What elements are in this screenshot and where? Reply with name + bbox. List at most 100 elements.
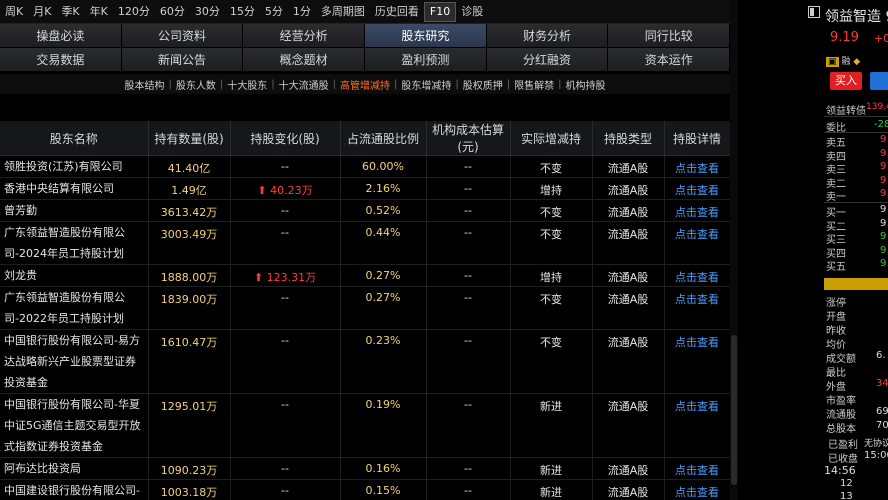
detail-link[interactable]: 点击查看 [664, 457, 730, 480]
holding-qty: 3613.42万 [148, 199, 231, 222]
f10-nav-grid: 操盘必读 公司资料 经营分析 股东研究 财务分析 同行比较 交易数据 新闻公告 概念题材 盈利预… [0, 24, 730, 72]
float-ratio: 0.23% [340, 329, 427, 394]
period-item[interactable]: 季K [56, 0, 84, 24]
nav-tab[interactable]: 财务分析 [486, 24, 609, 48]
period-item[interactable]: 月K [28, 0, 56, 24]
holder-name-line: 中国银行股份有限公司-易方 [4, 334, 140, 347]
column-header[interactable]: 持股变化(股) [230, 121, 341, 156]
shareholder-table: 股东名称 持有数量(股) 持股变化(股) 占流通股比例 机构成本估算(元) 实际增减持 持股… [0, 121, 730, 500]
float-ratio: 0.44% [340, 221, 427, 265]
holding-change-value: -- [281, 334, 289, 347]
subtab[interactable]: 机构持股 [562, 77, 610, 92]
subtab[interactable]: 十大流通股 [275, 77, 333, 92]
period-item[interactable]: F10 [423, 1, 457, 22]
detail-link[interactable]: 点击查看 [664, 177, 730, 200]
period-item[interactable]: 周K [0, 0, 28, 24]
scrollbar-thumb[interactable] [731, 335, 737, 485]
column-header[interactable]: 实际增减持 [510, 121, 593, 156]
period-item[interactable]: 诊股 [456, 0, 488, 24]
tick-row: 13 [840, 491, 853, 500]
detail-link[interactable]: 点击查看 [664, 393, 730, 458]
nav-tab[interactable]: 新闻公告 [121, 48, 244, 72]
cost-estimate: -- [426, 393, 511, 458]
bell-icon[interactable]: ◆ [853, 57, 860, 67]
divider [824, 202, 888, 203]
webi-value: -28 [874, 119, 888, 130]
nav-tab[interactable]: 操盘必读 [0, 24, 122, 48]
nav-tab[interactable]: 资本运作 [608, 48, 730, 72]
nav-tab[interactable]: 分红融资 [486, 48, 609, 72]
period-item[interactable]: 5分 [260, 0, 288, 24]
holding-qty: 1839.00万 [148, 286, 231, 330]
actual-action: 不变 [510, 329, 593, 394]
float-ratio: 0.27% [340, 286, 427, 330]
subtab[interactable]: 股权质押 [459, 77, 507, 92]
actual-action: 新进 [510, 393, 593, 458]
stat-label: 市盈率 [826, 396, 856, 407]
holder-name: 阿布达比投资局 [0, 457, 149, 480]
window-mode-icon[interactable] [808, 6, 820, 18]
table-row: 广东领益智造股份有限公 司-2022年员工持股计划 1839.00万 -- 0.27% -… [0, 286, 730, 330]
period-item[interactable]: 多周期图 [316, 0, 370, 24]
holding-change: -- [230, 329, 341, 394]
holder-name-line: 阿布达比投资局 [4, 462, 81, 475]
column-header[interactable]: 占流通股比例 [340, 121, 427, 156]
sell-button[interactable] [870, 72, 888, 90]
holding-change: -- [230, 393, 341, 458]
subtab[interactable]: 股本结构 [121, 77, 169, 92]
stock-title: 领益智造 9 [825, 9, 888, 25]
holding-change: -- [230, 286, 341, 330]
close-label: 已收盘 [828, 454, 858, 465]
nav-tab[interactable]: 股东研究 [365, 24, 487, 48]
subtab[interactable]: 股东增减持 [397, 77, 455, 92]
buy-button[interactable]: 买入 [830, 72, 862, 90]
detail-link[interactable]: 点击查看 [664, 199, 730, 222]
column-header[interactable]: 机构成本估算(元) [426, 121, 511, 156]
share-type: 流通A股 [592, 457, 665, 480]
detail-link[interactable]: 点击查看 [664, 264, 730, 287]
column-header[interactable]: 持股类型 [592, 121, 665, 156]
stat-value: 70 [876, 420, 888, 431]
period-item[interactable]: 15分 [225, 0, 260, 24]
detail-link[interactable]: 点击查看 [664, 155, 730, 178]
detail-link[interactable]: 点击查看 [664, 329, 730, 394]
nav-tab[interactable]: 盈利预测 [365, 48, 487, 72]
stat-value: 69 [876, 406, 888, 417]
subtab[interactable]: 高管增减持 [336, 77, 394, 92]
holding-qty: 1610.47万 [148, 329, 231, 394]
holder-name-line: 式指数证券投资基金 [4, 440, 103, 453]
subtab[interactable]: 十大股东 [223, 77, 271, 92]
actual-action: 不变 [510, 221, 593, 265]
detail-link[interactable]: 点击查看 [664, 479, 730, 500]
vertical-scrollbar[interactable] [730, 0, 738, 500]
holding-change-value: 123.31万 [266, 271, 317, 284]
column-header[interactable]: 持有数量(股) [148, 121, 231, 156]
nav-tab[interactable]: 概念题材 [243, 48, 366, 72]
detail-link[interactable]: 点击查看 [664, 221, 730, 265]
holder-name-line: 达战略新兴产业股票型证券 [4, 355, 136, 368]
actual-action: 不变 [510, 286, 593, 330]
last-price-highlight [824, 278, 888, 290]
detail-link[interactable]: 点击查看 [664, 286, 730, 330]
nav-tab[interactable]: 公司资料 [121, 24, 244, 48]
period-item[interactable]: 1分 [288, 0, 316, 24]
nav-tab[interactable]: 经营分析 [243, 24, 366, 48]
period-item[interactable]: 年K [85, 0, 113, 24]
period-item[interactable]: 30分 [190, 0, 225, 24]
period-item[interactable]: 历史回看 [370, 0, 424, 24]
column-header[interactable]: 持股详情 [664, 121, 730, 156]
subtab[interactable]: 限售解禁 [510, 77, 558, 92]
nav-tab[interactable]: 同行比较 [608, 24, 730, 48]
share-type: 流通A股 [592, 264, 665, 287]
column-header[interactable]: 股东名称 [0, 121, 149, 156]
period-item[interactable]: 120分 [113, 0, 155, 24]
period-item[interactable]: 60分 [155, 0, 190, 24]
divider [824, 132, 888, 133]
share-type: 流通A股 [592, 393, 665, 458]
table-row: 中国银行股份有限公司-易方 达战略新兴产业股票型证券 投资基金 1610.47万 -- 0… [0, 329, 730, 394]
nav-tab[interactable]: 交易数据 [0, 48, 122, 72]
stat-label: 成交额 [826, 354, 856, 365]
subtab[interactable]: 股东人数 [172, 77, 220, 92]
up-arrow-icon: ⬆ [257, 184, 271, 197]
cost-estimate: -- [426, 329, 511, 394]
